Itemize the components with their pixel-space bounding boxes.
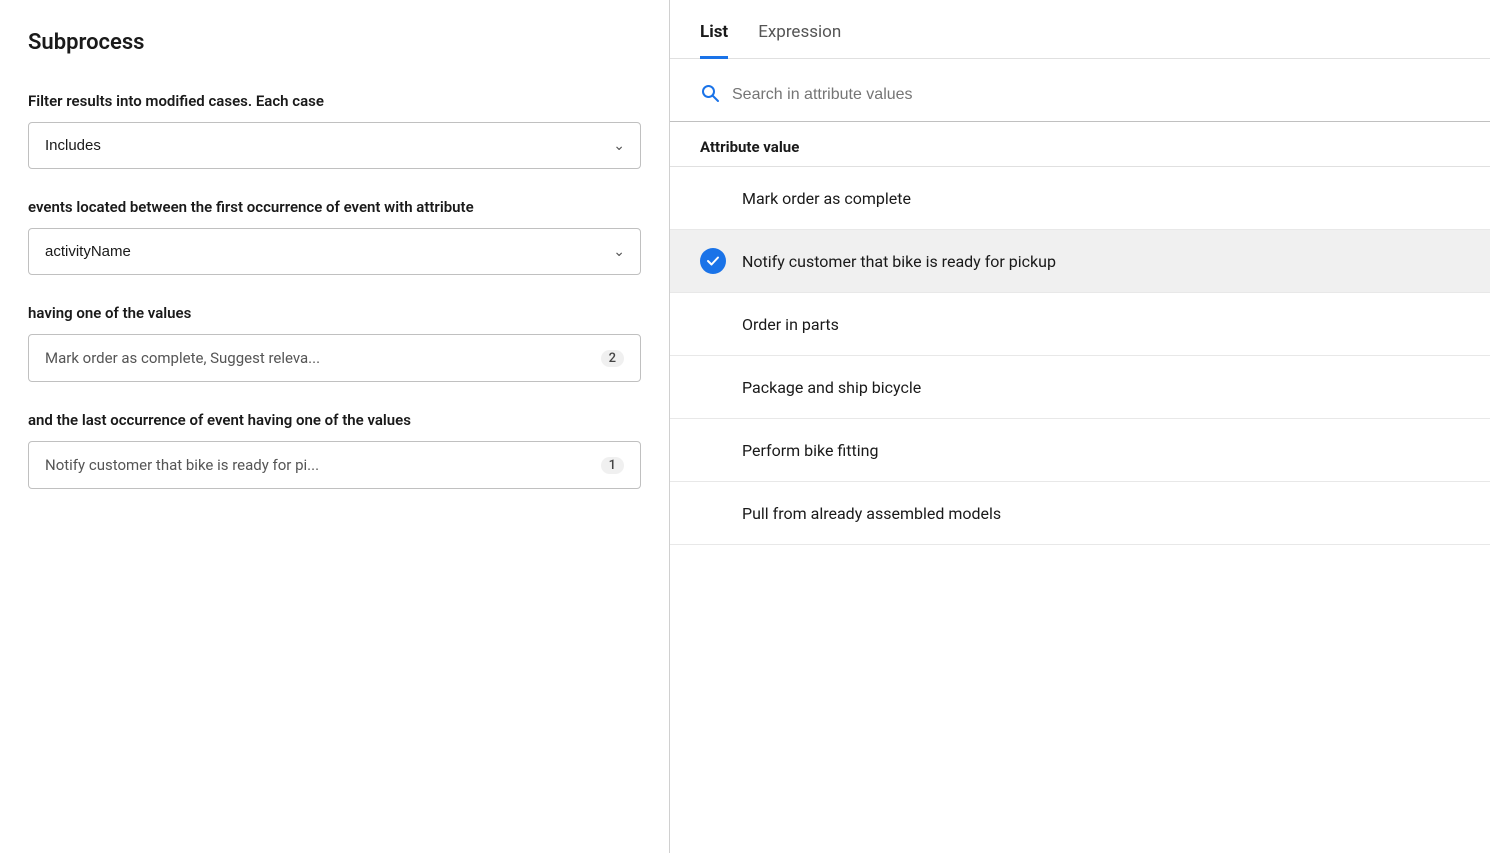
activity-dropdown-wrapper: activityName ⌄ bbox=[28, 228, 641, 275]
tab-list[interactable]: List bbox=[700, 22, 728, 59]
item-text-6: Pull from already assembled models bbox=[742, 504, 1001, 523]
last-values-display[interactable]: Notify customer that bike is ready for p… bbox=[28, 441, 641, 489]
filter-label: Filter results into modified cases. Each… bbox=[28, 91, 641, 112]
activity-dropdown[interactable]: activityName bbox=[28, 228, 641, 275]
events-label: events located between the first occurre… bbox=[28, 197, 641, 218]
unselected-circle-3 bbox=[700, 311, 726, 337]
tabs-row: List Expression bbox=[670, 0, 1490, 59]
search-row bbox=[670, 59, 1490, 122]
last-count-badge: 1 bbox=[601, 457, 624, 474]
list-item[interactable]: Perform bike fitting bbox=[670, 419, 1490, 482]
right-panel: List Expression Attribute value Mark ord… bbox=[670, 0, 1490, 853]
having-value-text: Mark order as complete, Suggest releva..… bbox=[45, 349, 320, 367]
list-items: Mark order as complete Notify customer t… bbox=[670, 167, 1490, 853]
unselected-circle-5 bbox=[700, 437, 726, 463]
list-item[interactable]: Package and ship bicycle bbox=[670, 356, 1490, 419]
tab-expression[interactable]: Expression bbox=[758, 22, 841, 59]
unselected-circle-4 bbox=[700, 374, 726, 400]
item-text-5: Perform bike fitting bbox=[742, 441, 878, 460]
having-count-badge: 2 bbox=[601, 350, 624, 367]
item-text-1: Mark order as complete bbox=[742, 189, 911, 208]
having-values-display[interactable]: Mark order as complete, Suggest releva..… bbox=[28, 334, 641, 382]
last-value-text: Notify customer that bike is ready for p… bbox=[45, 456, 319, 474]
left-panel: Subprocess Filter results into modified … bbox=[0, 0, 670, 853]
panel-title: Subprocess bbox=[28, 30, 641, 55]
last-label: and the last occurrence of event having … bbox=[28, 410, 641, 431]
search-input[interactable] bbox=[732, 86, 1460, 104]
includes-dropdown[interactable]: Includes bbox=[28, 122, 641, 169]
list-item-selected[interactable]: Notify customer that bike is ready for p… bbox=[670, 230, 1490, 293]
includes-dropdown-wrapper: Includes ⌄ bbox=[28, 122, 641, 169]
list-header: Attribute value bbox=[670, 122, 1490, 167]
unselected-circle-1 bbox=[700, 185, 726, 211]
list-item[interactable]: Mark order as complete bbox=[670, 167, 1490, 230]
item-text-2: Notify customer that bike is ready for p… bbox=[742, 252, 1056, 271]
having-label: having one of the values bbox=[28, 303, 641, 324]
item-text-3: Order in parts bbox=[742, 315, 839, 334]
unselected-circle-6 bbox=[700, 500, 726, 526]
list-item[interactable]: Pull from already assembled models bbox=[670, 482, 1490, 545]
list-item[interactable]: Order in parts bbox=[670, 293, 1490, 356]
search-icon bbox=[700, 83, 720, 107]
item-text-4: Package and ship bicycle bbox=[742, 378, 921, 397]
check-icon bbox=[700, 248, 726, 274]
